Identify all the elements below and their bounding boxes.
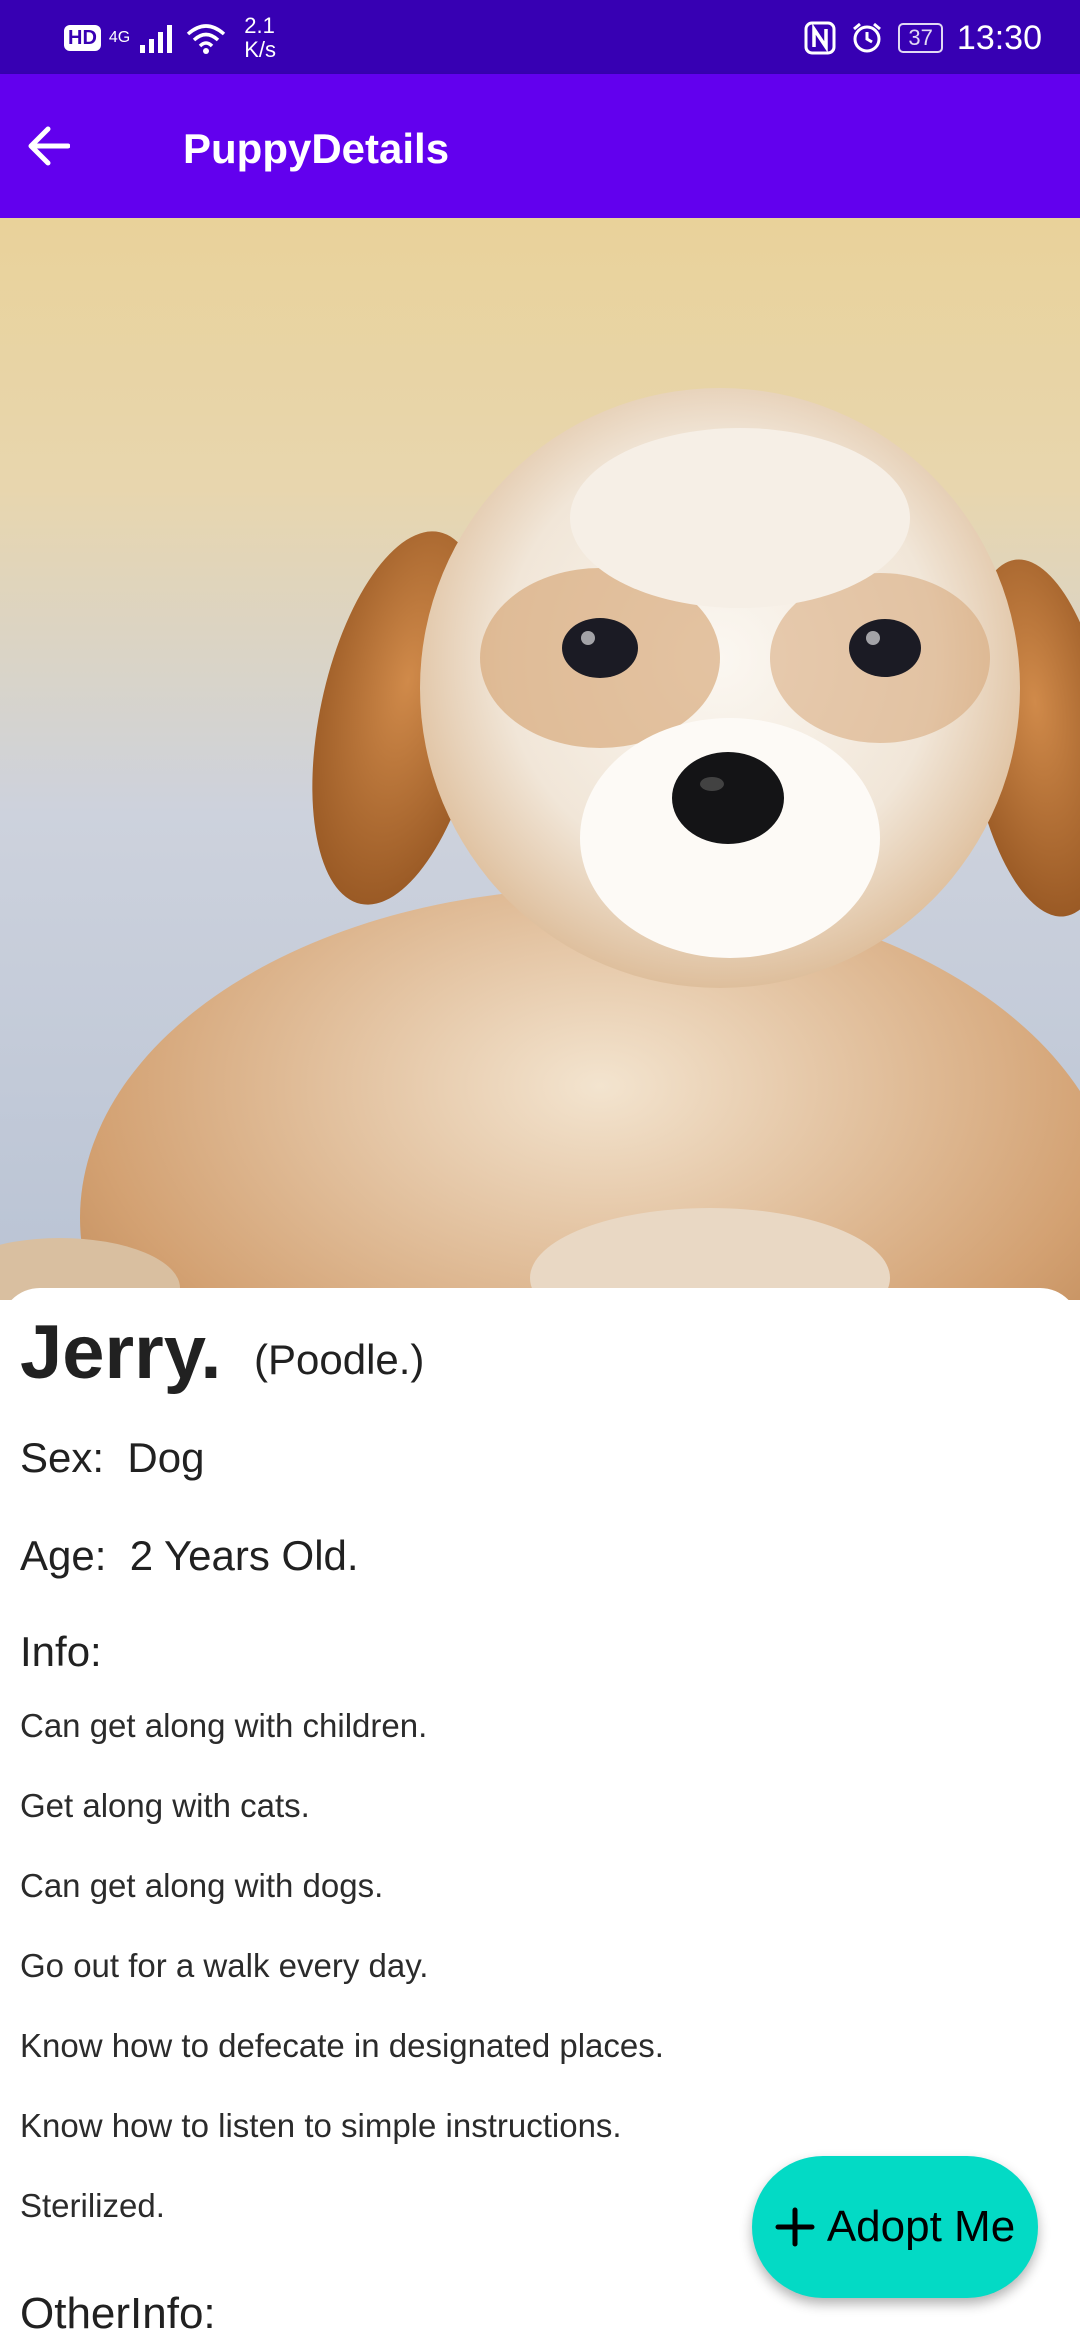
- sex-value: Dog: [127, 1434, 205, 1481]
- adopt-me-label: Adopt Me: [826, 2202, 1016, 2251]
- info-item: Get along with cats.: [20, 1787, 310, 1824]
- adopt-me-button[interactable]: Adopt Me: [752, 2156, 1038, 2298]
- other-info-title: OtherInfo:: [20, 2289, 216, 2338]
- battery-indicator: 37: [898, 23, 943, 53]
- clock: 13:30: [956, 18, 1042, 57]
- status-bar: HD 4G 2.1 K/s 37 13:30: [0, 0, 1080, 74]
- info-item: Know how to listen to simple instruction…: [20, 2107, 622, 2144]
- sex-row: Sex: Dog: [20, 1432, 204, 1484]
- info-item: Can get along with children.: [20, 1707, 428, 1744]
- status-left: HD 4G 2.1 K/s: [64, 14, 276, 62]
- puppy-illustration: [0, 388, 1080, 1300]
- puppy-photo: [0, 218, 1080, 1300]
- page-title: PuppyDetails: [183, 125, 450, 172]
- speed-unit: K/s: [244, 37, 277, 62]
- hd-badge: HD: [64, 25, 101, 51]
- info-item: Can get along with dogs.: [20, 1867, 384, 1904]
- sex-label: Sex:: [20, 1434, 105, 1481]
- speed-value: 2.1: [244, 13, 275, 38]
- status-right: 37 13:30: [804, 16, 1042, 60]
- age-value: 2 Years Old.: [129, 1532, 359, 1579]
- wifi-icon: [187, 24, 226, 54]
- plus-icon: [775, 2207, 815, 2247]
- age-row: Age: 2 Years Old.: [20, 1530, 359, 1582]
- nfc-icon: [804, 21, 836, 55]
- signal-icon: [140, 25, 173, 53]
- info-item: Sterilized.: [20, 2187, 165, 2224]
- arrow-back-icon: [28, 126, 70, 166]
- back-button[interactable]: [12, 110, 84, 182]
- info-item: Know how to defecate in designated place…: [20, 2027, 664, 2064]
- network-speed: 2.1 K/s: [244, 14, 276, 62]
- alarm-icon: [853, 22, 882, 53]
- app-bar: PuppyDetails: [0, 74, 1080, 218]
- puppy-name: Jerry.: [20, 1310, 222, 1395]
- puppy-breed: (Poodle.): [254, 1336, 425, 1383]
- info-title: Info:: [20, 1628, 102, 1675]
- info-item: Go out for a walk every day.: [20, 1947, 429, 1984]
- network-type: 4G: [108, 29, 131, 46]
- age-label: Age:: [20, 1532, 107, 1579]
